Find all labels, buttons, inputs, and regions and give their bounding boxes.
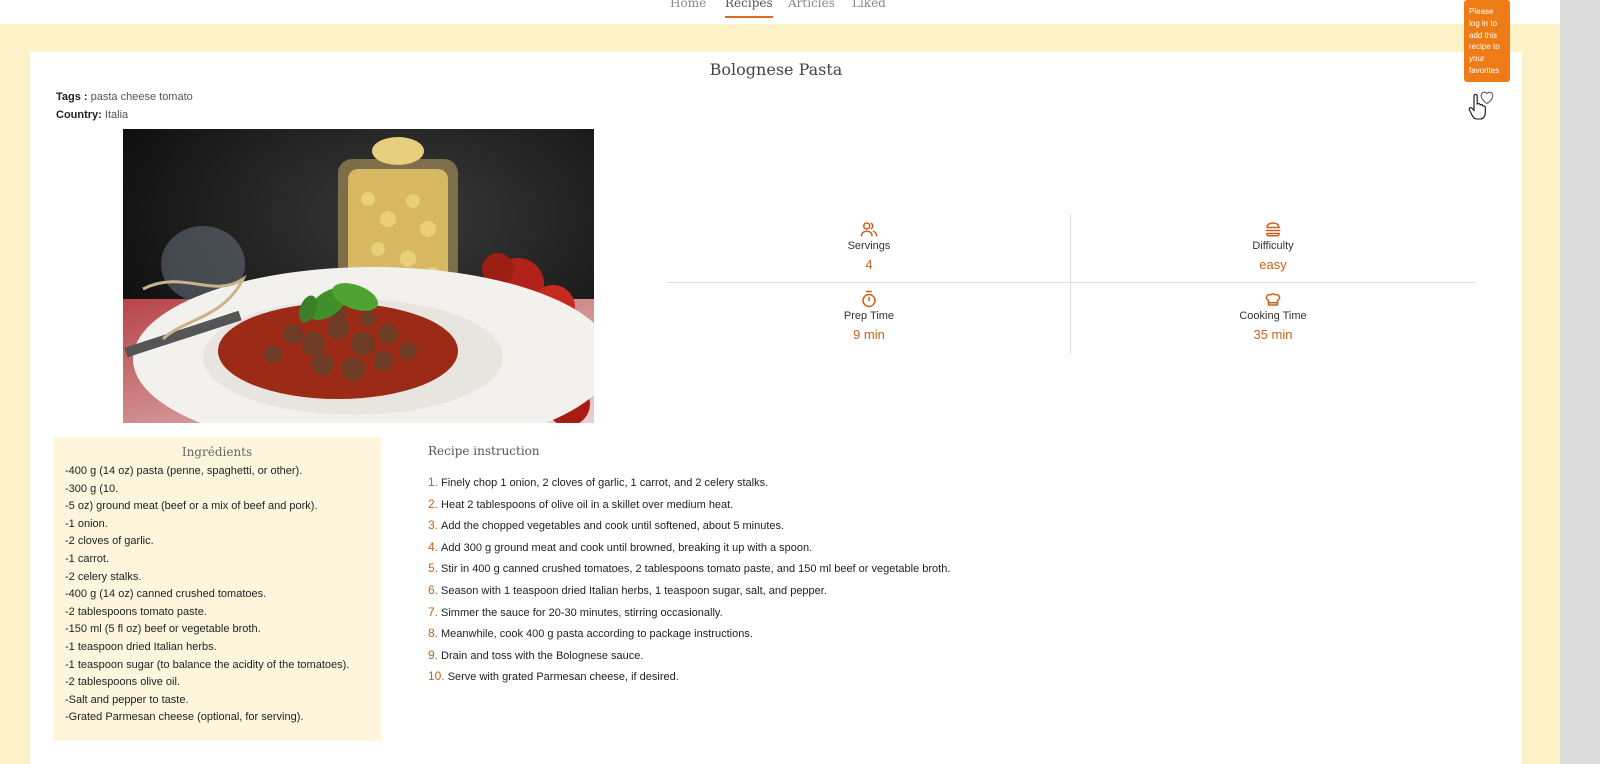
instruction-step: 5. Stir in 400 g canned crushed tomatoes,… — [428, 558, 1128, 580]
nav-recipes[interactable]: Recipes — [725, 0, 773, 18]
top-nav: Home Recipes Articles Liked — [0, 0, 1560, 24]
instructions-panel: Recipe instruction 1. Finely chop 1 onion… — [428, 444, 1128, 688]
instruction-step: 4. Add 300 g ground meat and cook until b… — [428, 537, 1128, 559]
step-text: Meanwhile, cook 400 g pasta according to… — [441, 628, 753, 641]
step-number: 8. — [428, 626, 439, 641]
tags-label: Tags : — [56, 91, 88, 103]
nav-articles[interactable]: Articles — [788, 0, 835, 10]
step-text: Stir in 400 g canned crushed tomatoes, 2… — [441, 563, 951, 576]
stopwatch-icon — [862, 290, 876, 308]
chef-hat-icon — [1265, 293, 1281, 306]
ingredient-item: -5 oz) ground meat (beef or a mix of bee… — [65, 500, 318, 513]
step-number: 4. — [428, 539, 439, 554]
instruction-step: 9. Drain and toss with the Bolognese sauc… — [428, 645, 1128, 667]
instruction-step: 6. Season with 1 teaspoon dried Italian h… — [428, 580, 1128, 602]
difficulty-label: Difficulty — [1252, 240, 1294, 252]
step-text: Heat 2 tablespoons of olive oil in a ski… — [441, 498, 734, 511]
page: Home Recipes Articles Liked Bolognese Pa… — [0, 0, 1560, 764]
login-tooltip: Please log in to add this recipe to your… — [1464, 0, 1510, 82]
servings-label: Servings — [847, 240, 891, 252]
recipe-title: Bolognese Pasta — [709, 60, 843, 79]
step-number: 1. — [428, 475, 439, 489]
ingredient-item: -1 teaspoon sugar (to balance the acidit… — [65, 658, 350, 671]
ingredient-item: -300 g (10. — [65, 482, 119, 495]
ingredient-item: -1 teaspoon dried Italian herbs. — [65, 640, 217, 653]
instruction-step: 8. Meanwhile, cook 400 g pasta according … — [428, 623, 1128, 645]
ingredient-item: -150 ml (5 fl oz) beef or vegetable brot… — [65, 623, 261, 636]
step-number: 10. — [428, 669, 445, 684]
ingredients-panel: Ingrédients -400 g (14 oz) pasta (penne,… — [53, 437, 381, 741]
ingredient-item: -1 carrot. — [65, 552, 110, 565]
step-number: 2. — [428, 496, 439, 511]
stat-prep-time: Prep Time 9 min — [667, 284, 1071, 354]
instruction-step: 10. Serve with grated Parmesan cheese, if… — [428, 666, 1128, 688]
instruction-step: 2. Heat 2 tablespoons of olive oil in a s… — [428, 494, 1128, 516]
cooking-time-value: 35 min — [1253, 327, 1293, 342]
instructions-title: Recipe instruction — [428, 444, 540, 458]
step-number: 6. — [428, 582, 439, 597]
step-number: 9. — [428, 647, 439, 662]
stat-cooking-time: Cooking Time 35 min — [1071, 284, 1475, 354]
country-line: Country: Italia — [56, 109, 128, 121]
tags-value: pasta cheese tomato — [90, 91, 193, 103]
nav-home[interactable]: Home — [670, 0, 706, 10]
ingredient-item: -400 g (14 oz) pasta (penne, spaghetti, … — [65, 465, 303, 477]
hand-pointer-icon — [1468, 94, 1486, 120]
prep-time-label: Prep Time — [843, 310, 895, 322]
tags-line: Tags : pasta cheese tomato — [56, 91, 193, 103]
ingredient-item: -2 tablespoons olive oil. — [65, 676, 180, 689]
instruction-step: 7. Simmer the sauce for 20-30 minutes, st… — [428, 602, 1128, 624]
ingredient-item: -Grated Parmesan cheese (optional, for s… — [65, 711, 304, 724]
step-text: Add the chopped vegetables and cook unti… — [441, 520, 785, 533]
ingredient-item: -Salt and pepper to taste. — [65, 693, 189, 706]
recipe-photo — [123, 129, 594, 423]
step-text: Finely chop 1 onion, 2 cloves of garlic,… — [441, 477, 769, 489]
nav-liked[interactable]: Liked — [852, 0, 886, 10]
country-value: Italia — [104, 109, 129, 121]
ingredient-item: -2 celery stalks. — [65, 570, 142, 583]
stat-servings: Servings 4 — [667, 214, 1071, 284]
step-text: Serve with grated Parmesan cheese, if de… — [447, 671, 679, 684]
step-text: Simmer the sauce for 20-30 minutes, stir… — [441, 606, 723, 619]
recipe-card: Bolognese Pasta Tags : pasta cheese toma… — [30, 52, 1522, 764]
ingredient-item: -1 onion. — [65, 517, 108, 530]
recipe-stats: Servings 4 Difficulty easy Prep Time 9 m… — [667, 214, 1475, 354]
ingredients-title: Ingrédients — [181, 445, 253, 459]
step-text: Season with 1 teaspoon dried Italian her… — [441, 584, 827, 597]
cooking-time-label: Cooking Time — [1239, 310, 1307, 322]
instruction-step: 3. Add the chopped vegetables and cook un… — [428, 515, 1128, 537]
step-number: 3. — [428, 518, 439, 533]
step-text: Drain and toss with the Bolognese sauce. — [441, 649, 644, 662]
users-icon — [860, 222, 878, 237]
step-number: 5. — [428, 561, 439, 576]
difficulty-value: easy — [1259, 257, 1287, 272]
step-number: 7. — [428, 604, 439, 619]
step-text: Add 300 g ground meat and cook until bro… — [441, 541, 813, 554]
servings-value: 4 — [865, 257, 873, 272]
ingredient-item: -2 cloves of garlic. — [65, 535, 154, 548]
ingredient-item: -400 g (14 oz) canned crushed tomatoes. — [65, 588, 267, 601]
ingredient-item: -2 tablespoons tomato paste. — [65, 605, 207, 618]
stat-difficulty: Difficulty easy — [1071, 214, 1475, 284]
burger-icon — [1265, 222, 1281, 237]
country-label: Country: — [56, 109, 102, 121]
prep-time-value: 9 min — [853, 327, 885, 342]
instruction-step: 1. Finely chop 1 onion, 2 cloves of garli… — [428, 472, 1128, 494]
window-edge — [1560, 0, 1600, 764]
